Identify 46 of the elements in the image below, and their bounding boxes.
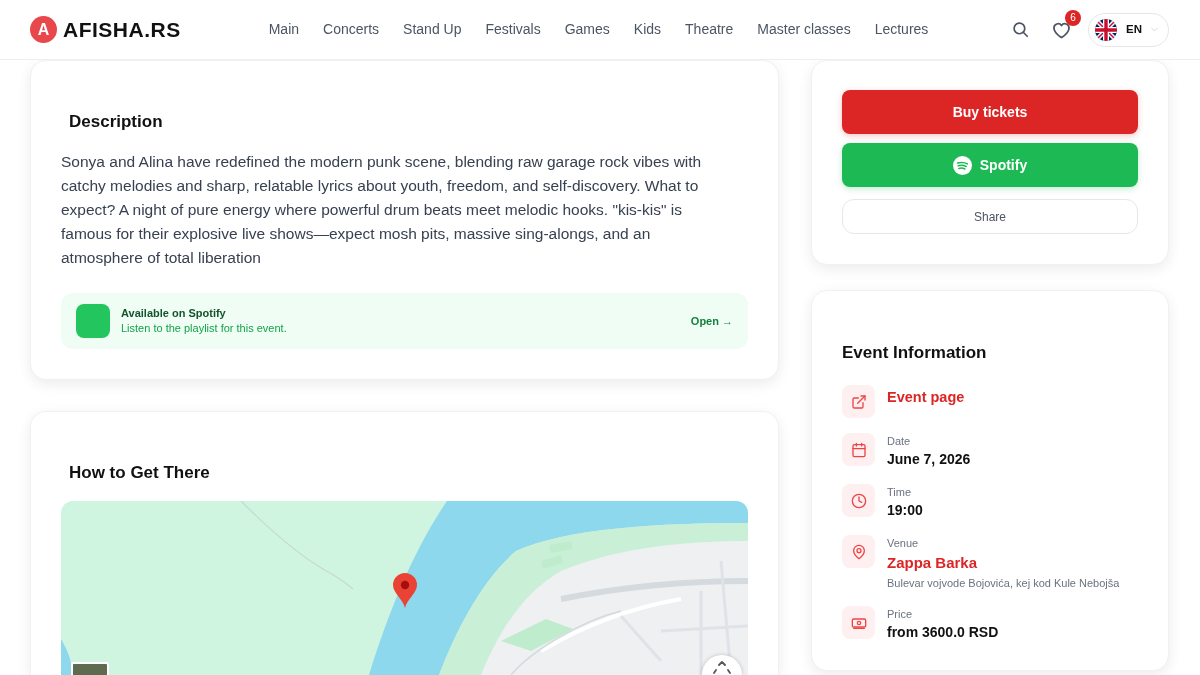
- nav-link[interactable]: Theatre: [685, 19, 734, 40]
- nav-link[interactable]: Lectures: [874, 19, 929, 40]
- section-heading: How to Get There: [68, 462, 211, 484]
- venue-address: Bulevar vojvode Bojovića, kej kod Kule Nebojša: [887, 576, 1120, 591]
- info-value: from 3600.0 RSD: [887, 623, 999, 642]
- banner-title: Available on Spotify: [121, 306, 227, 321]
- info-value: 19:00: [887, 501, 923, 520]
- venue-link[interactable]: Zappa Barka: [887, 551, 1120, 575]
- flag-icon: [1095, 18, 1117, 41]
- logo-mark[interactable]: A: [30, 16, 57, 43]
- buy-tickets-button[interactable]: Buy tickets: [842, 90, 1138, 134]
- banknote-icon: [842, 606, 875, 639]
- section-heading: Event Information: [842, 342, 988, 364]
- map-pin-icon: [393, 573, 417, 608]
- banner-subtitle: Listen to the playlist for this event.: [121, 321, 287, 336]
- info-label: Time: [887, 485, 913, 500]
- tile-icon: [76, 304, 110, 338]
- language-selector[interactable]: EN: [1088, 12, 1169, 47]
- share-button[interactable]: Share: [842, 199, 1138, 234]
- location-pin-icon: [842, 535, 875, 568]
- external-link-icon: [842, 385, 875, 418]
- description-text: Sonya and Alina have redefined the modern punk scene, blending raw garage rock vibes with catchy melodies and sharp, relatable lyrics about youth, freedom, and self-discovery. What to expect? A night of pure energy where powerful drum beats meet melodic hooks. "kis-kis" is famous for their explosive live shows—expect mosh pits, massive sing-alongs, and an atmosphere of total liberation: [61, 152, 703, 268]
- nav-link[interactable]: Games: [564, 19, 610, 40]
- map-layer-thumbnail[interactable]: [71, 662, 109, 675]
- search-icon[interactable]: [1012, 21, 1029, 38]
- clock-icon: [842, 484, 875, 517]
- move-arrows-icon: [713, 661, 731, 675]
- logo-text[interactable]: AFISHA.RS: [63, 19, 181, 40]
- calendar-icon: [842, 433, 875, 466]
- count-badge: 6: [1065, 9, 1081, 26]
- nav-link[interactable]: Master classes: [757, 19, 851, 40]
- info-label: Date: [887, 434, 912, 449]
- info-label: Venue: [887, 536, 920, 551]
- nav-link[interactable]: Kids: [633, 19, 662, 40]
- nav-link[interactable]: Stand Up: [403, 19, 462, 40]
- info-label: Price: [887, 607, 914, 622]
- spotify-icon: [952, 155, 972, 175]
- nav-link[interactable]: Festivals: [485, 19, 541, 40]
- chevron-down-icon: [1151, 26, 1158, 33]
- open-link[interactable]: Open →: [690, 312, 733, 330]
- section-heading: Description: [68, 111, 164, 133]
- info-value: June 7, 2026: [887, 450, 971, 469]
- heart-icon[interactable]: [1052, 20, 1071, 39]
- nav-link[interactable]: Main: [268, 19, 300, 40]
- nav-link[interactable]: Concerts: [323, 19, 380, 40]
- event-page-link[interactable]: Event page: [887, 385, 965, 409]
